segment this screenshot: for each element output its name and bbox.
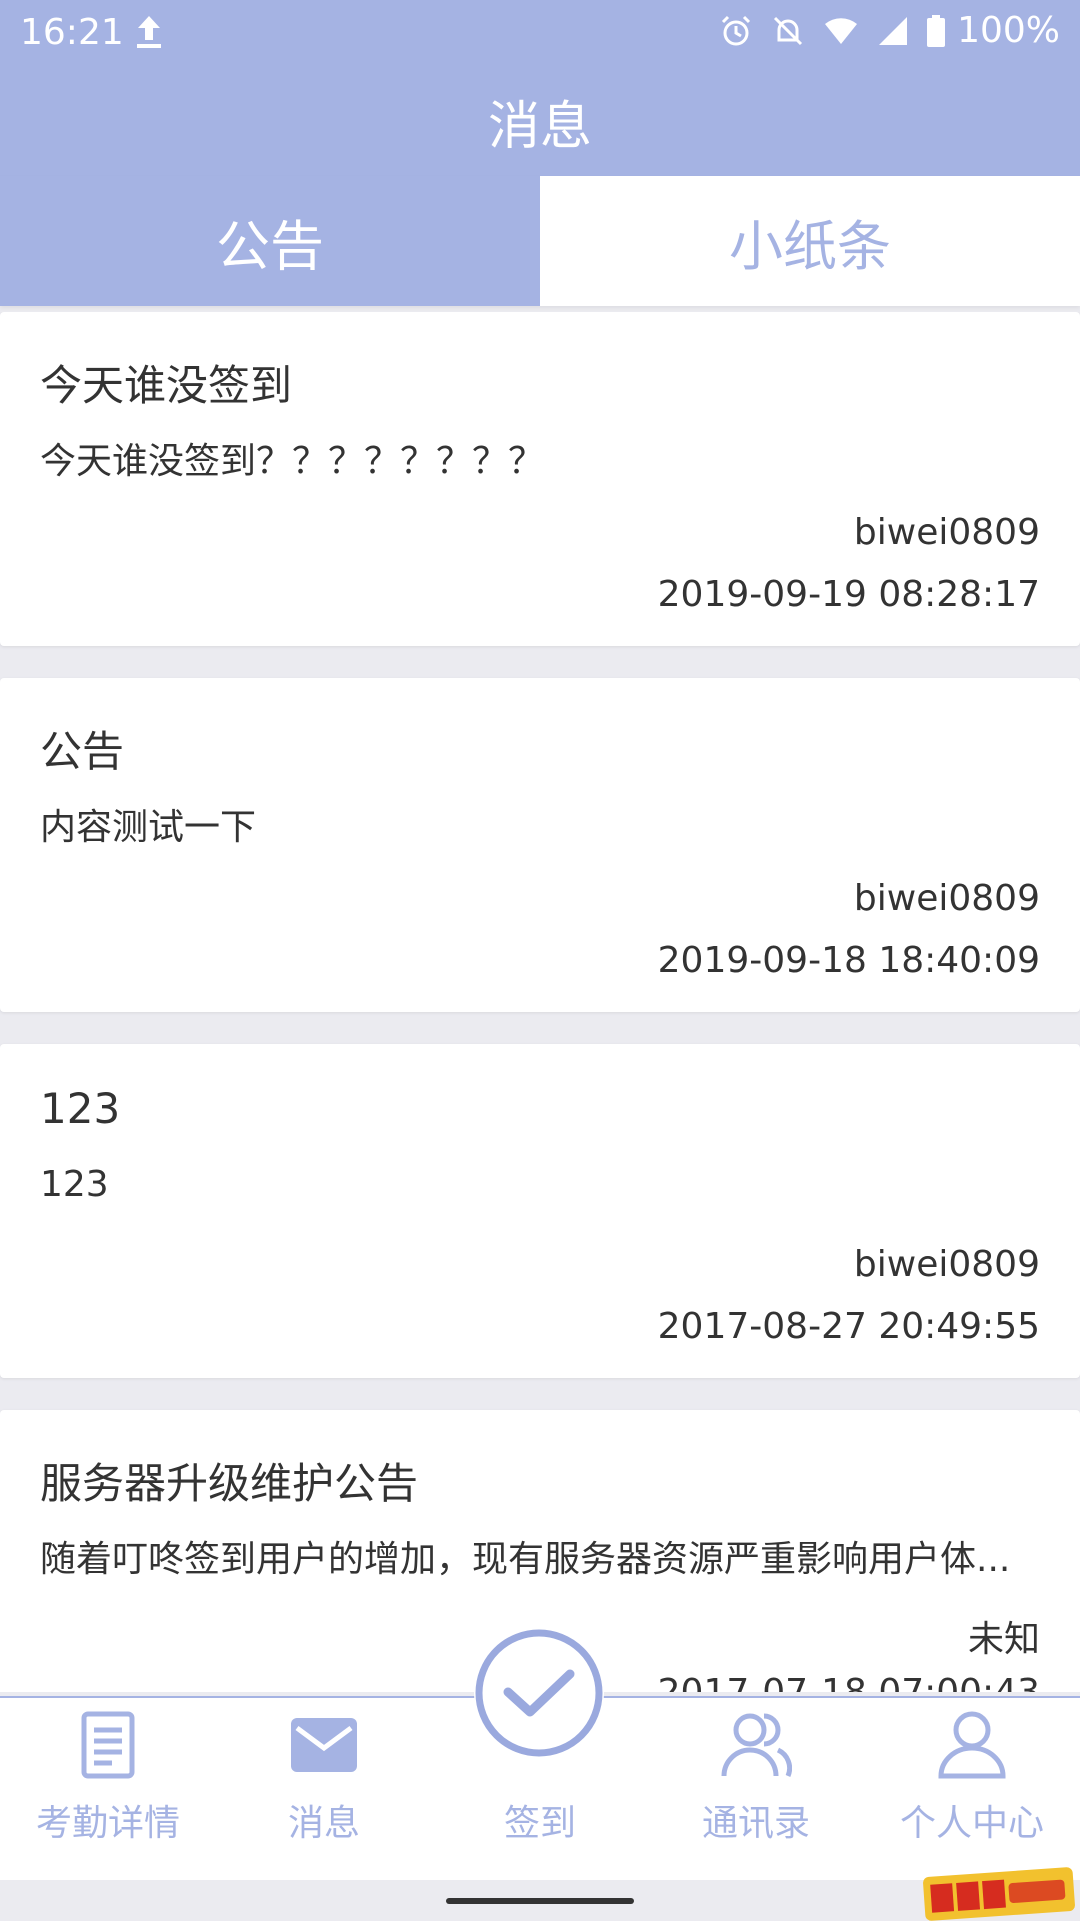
document-icon <box>80 1710 136 1784</box>
upload-icon <box>134 12 164 52</box>
notice-author: biwei0809 <box>853 1244 1040 1285</box>
notice-card[interactable]: 今天谁没签到 今天谁没签到？？？？？？？？ biwei0809 2019-09-… <box>0 312 1080 646</box>
person-icon <box>937 1710 1007 1784</box>
status-time: 16:21 <box>20 12 124 53</box>
notice-author: biwei0809 <box>853 512 1040 553</box>
status-icons: 100% <box>719 10 1060 51</box>
checkin-button[interactable] <box>474 1628 604 1758</box>
notice-title: 今天谁没签到 <box>40 361 293 410</box>
notice-content: 随着叮咚签到用户的增加，现有服务器资源严重影响用户体... <box>40 1539 1011 1580</box>
tab-bar: 公告 小纸条 <box>0 176 1080 306</box>
nav-label: 个人中心 <box>899 1803 1044 1844</box>
notice-time: 2019-09-18 18:40:09 <box>657 940 1040 981</box>
tab-notes[interactable]: 小纸条 <box>540 176 1080 306</box>
notice-content: 内容测试一下 <box>40 807 257 848</box>
notice-title: 123 <box>40 1084 121 1133</box>
alarm-icon <box>719 14 753 48</box>
notice-title: 服务器升级维护公告 <box>40 1459 419 1508</box>
notice-content: 今天谁没签到？？？？？？？？ <box>40 441 545 482</box>
nav-label: 通讯录 <box>701 1803 810 1844</box>
notice-author: 未知 <box>967 1619 1040 1660</box>
notice-list[interactable]: 今天谁没签到 今天谁没签到？？？？？？？？ biwei0809 2019-09-… <box>0 312 1080 1692</box>
page-title: 消息 <box>487 97 592 157</box>
wifi-icon <box>823 16 859 46</box>
battery-icon <box>927 14 946 47</box>
nav-label: 考勤详情 <box>35 1803 180 1844</box>
nav-label: 消息 <box>287 1803 360 1844</box>
home-indicator[interactable] <box>446 1898 634 1904</box>
notice-time: 2017-08-27 20:49:55 <box>657 1306 1040 1347</box>
envelope-icon <box>289 1716 359 1778</box>
signal-icon <box>877 15 909 47</box>
mute-icon <box>771 14 805 48</box>
notice-card[interactable]: 123 123 biwei0809 2017-08-27 20:49:55 <box>0 1044 1080 1378</box>
notice-time: 2017-07-18 07:00:43 <box>658 1672 1040 1692</box>
nav-contacts[interactable]: 通讯录 <box>648 1698 864 1878</box>
tab-announcements[interactable]: 公告 <box>0 176 540 306</box>
battery-level: 100% <box>957 10 1060 51</box>
notice-author: biwei0809 <box>853 878 1040 919</box>
notice-time: 2019-09-19 08:28:17 <box>657 574 1040 615</box>
contacts-icon <box>720 1710 793 1784</box>
check-circle-icon <box>474 1629 604 1762</box>
watermark-logo <box>922 1866 1076 1921</box>
notice-title: 公告 <box>40 727 125 776</box>
notice-card[interactable]: 公告 内容测试一下 biwei0809 2019-09-18 18:40:09 <box>0 678 1080 1012</box>
nav-attendance-details[interactable]: 考勤详情 <box>0 1698 216 1878</box>
nav-profile[interactable]: 个人中心 <box>864 1698 1080 1878</box>
nav-label: 签到 <box>503 1803 576 1844</box>
nav-messages[interactable]: 消息 <box>216 1698 432 1878</box>
app-header: 16:21 100% 消息 <box>0 0 1080 176</box>
notice-content: 123 <box>40 1164 109 1205</box>
